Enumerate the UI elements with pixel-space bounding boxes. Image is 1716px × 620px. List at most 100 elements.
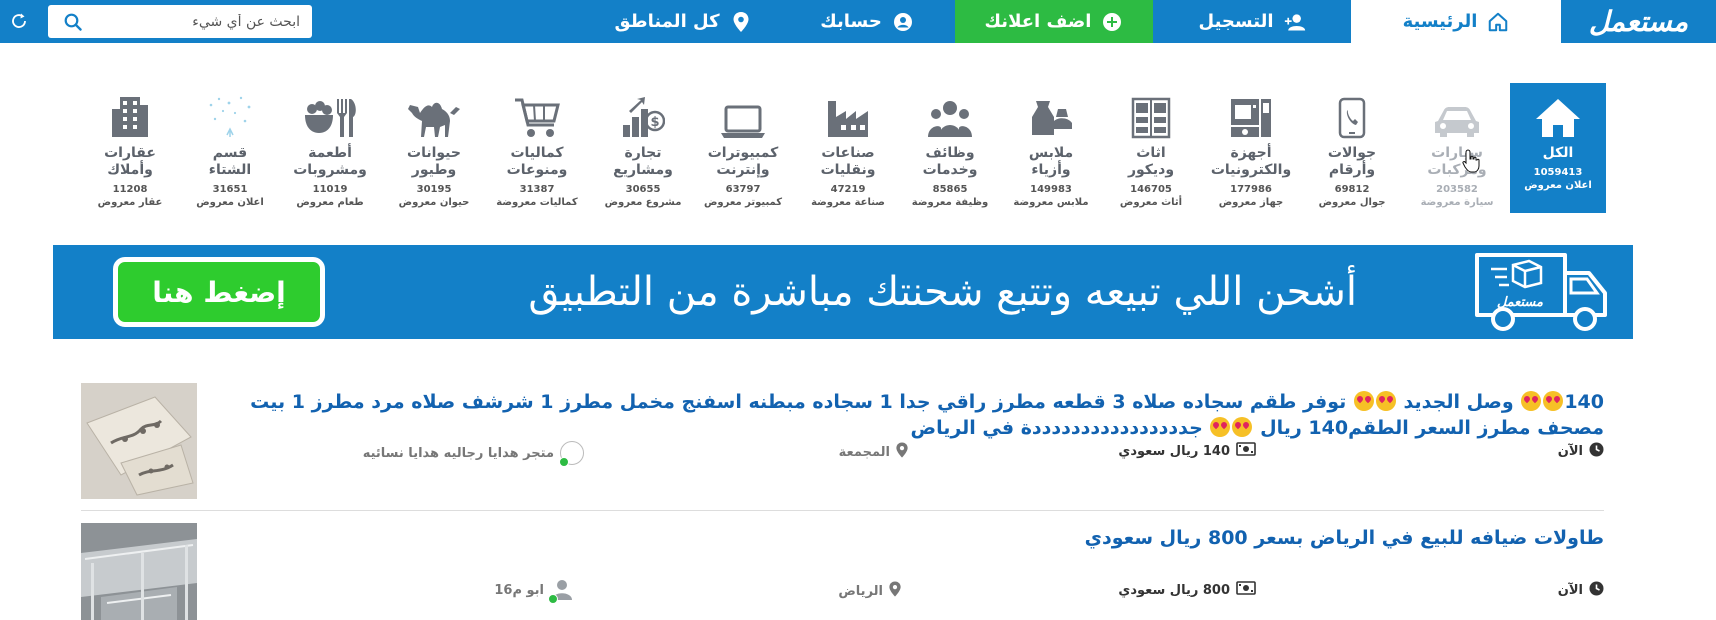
category-count: 1059413 — [1533, 167, 1583, 178]
heart-eyes-emoji-icon — [1543, 391, 1564, 411]
delivery-truck-icon — [1473, 249, 1613, 335]
banner-click-here-button[interactable]: إضغط هنا — [113, 257, 325, 327]
home-icon — [1487, 11, 1509, 33]
category-sub: اعلان معروض — [196, 197, 264, 208]
car-icon — [1429, 91, 1485, 139]
nav-register[interactable]: التسجيل — [1153, 0, 1351, 43]
listing-item[interactable]: طاولات ضيافه للبيع في الرياض بسعر 800 ري… — [81, 523, 1604, 620]
category-name: الكل — [1542, 145, 1574, 161]
listing-location[interactable]: الرياض — [838, 581, 901, 601]
listing-seller-text: ابو م16 — [494, 582, 544, 598]
top-navbar: مستعمل الرئيسية التسجيل اضف اعلانك حسابك… — [0, 0, 1716, 43]
category-name: اثاث وديكور — [1127, 145, 1175, 178]
category-furniture[interactable]: اثاث وديكور 146705 أثاث معروض — [1103, 83, 1199, 213]
category-food[interactable]: أطعمة ومشروبات 11019 طعام معروض — [282, 83, 378, 213]
category-sub: اعلان معروض — [1524, 180, 1592, 191]
logo-text: مستعمل — [1588, 5, 1689, 38]
money-icon — [1236, 442, 1256, 460]
category-cars[interactable]: سيارات ومركبات 203582 سيارة معروضة — [1409, 83, 1505, 213]
online-status-dot — [559, 457, 569, 467]
listing-time-text: الآن — [1557, 444, 1583, 459]
nav-account-label: حسابك — [820, 11, 882, 32]
category-name: أجهزة والكترونيات — [1210, 145, 1292, 178]
factory-icon — [820, 91, 876, 139]
category-name: ملابس وأزياء — [1028, 145, 1074, 178]
refresh-icon[interactable] — [8, 10, 30, 32]
listing-location-text: الرياض — [838, 583, 883, 599]
category-count: 30195 — [416, 184, 452, 195]
category-count: 63797 — [725, 184, 761, 195]
category-name: وظائف وخدمات — [922, 145, 978, 178]
listing-location[interactable]: المجمعة — [839, 442, 908, 462]
category-all[interactable]: الكل 1059413 اعلان معروض — [1510, 83, 1606, 213]
category-animals[interactable]: حيوانات وطيور 30195 حيوان معروض — [386, 83, 482, 213]
category-count: 31387 — [519, 184, 555, 195]
listing-divider — [81, 510, 1604, 511]
hand-cursor-icon — [1462, 149, 1480, 177]
category-name: جوالات وأرقام — [1327, 145, 1377, 178]
nav-areas[interactable]: كل المناطق — [587, 0, 779, 43]
business-icon: $ — [615, 91, 671, 139]
location-pin-icon — [896, 442, 908, 462]
category-sub: عقار معروض — [97, 197, 163, 208]
user-icon — [548, 579, 574, 604]
appliance-icon — [1223, 91, 1279, 139]
category-sub: حيوان معروض — [398, 197, 470, 208]
heart-eyes-emoji-icon — [1232, 417, 1253, 437]
listing-time: الآن — [1558, 442, 1604, 461]
category-count: 31651 — [212, 184, 248, 195]
category-count: 11208 — [112, 184, 148, 195]
search-input[interactable] — [86, 13, 300, 30]
shipping-banner[interactable]: مستعمل أشحن اللي تبيعه وتتبع شحنتك مباشر… — [53, 245, 1633, 339]
listing-seller[interactable]: متجر هدايا رجاليه هدايا نسائيه — [362, 441, 584, 467]
category-phones[interactable]: جوالات وأرقام 69812 جوال معروض — [1304, 83, 1400, 213]
listing-title[interactable]: 140 وصل الجديد توفر طقم سجاده صلاه 3 قطع… — [224, 389, 1604, 441]
heart-eyes-emoji-icon — [1375, 391, 1396, 411]
listing-price-text: 800 ريال سعودي — [1118, 582, 1230, 598]
search-icon[interactable] — [60, 9, 86, 35]
category-count: 203582 — [1436, 184, 1478, 195]
category-count: 47219 — [830, 184, 866, 195]
nav-home[interactable]: الرئيسية — [1351, 0, 1561, 43]
nav-account[interactable]: حسابك — [779, 0, 955, 43]
listing-thumbnail[interactable] — [81, 523, 197, 620]
clothes-icon — [1023, 91, 1079, 139]
category-jobs[interactable]: وظائف وخدمات 85865 وظيفة معروضة — [902, 83, 998, 213]
category-electronics[interactable]: أجهزة والكترونيات 177986 جهاز معروض — [1203, 83, 1299, 213]
category-sub: جهاز معروض — [1218, 197, 1284, 208]
listing-seller-text: متجر هدايا رجاليه هدايا نسائيه — [362, 445, 554, 461]
seller-avatar — [559, 441, 584, 467]
category-sub: أثاث معروض — [1119, 197, 1183, 208]
nav-add-ad-button[interactable]: اضف اعلانك — [955, 0, 1153, 43]
money-icon — [1236, 581, 1256, 599]
category-winter[interactable]: قسم الشتاء 31651 اعلان معروض — [182, 83, 278, 213]
listing-item[interactable]: 140 وصل الجديد توفر طقم سجاده صلاه 3 قطع… — [81, 383, 1604, 499]
category-accessories[interactable]: كماليات ومنوعات 31387 كماليات معروضة — [489, 83, 585, 213]
listing-time-text: الآن — [1557, 583, 1583, 598]
svg-text:$: $ — [650, 115, 659, 130]
category-name: صناعات ونقليات — [820, 145, 876, 178]
user-circle-icon — [892, 11, 914, 33]
category-computers[interactable]: كمبيوترات وإنترنت 63797 كمبيوتر معروض — [695, 83, 791, 213]
category-clothes[interactable]: ملابس وأزياء 149983 ملابس معروضة — [1003, 83, 1099, 213]
listing-title[interactable]: طاولات ضيافه للبيع في الرياض بسعر 800 ري… — [224, 525, 1604, 551]
category-business[interactable]: $ تجارة ومشاريع 30655 مشروع معروض — [595, 83, 691, 213]
category-strip: الكل 1059413 اعلان معروض سيارات ومركبات … — [0, 83, 1716, 213]
listing-seller[interactable]: ابو م16 — [494, 579, 574, 604]
category-name: أطعمة ومشروبات — [293, 145, 367, 178]
category-name: تجارة ومشاريع — [613, 145, 673, 178]
furniture-icon — [1123, 91, 1179, 139]
phone-icon — [1324, 91, 1380, 139]
category-sub: جوال معروض — [1318, 197, 1386, 208]
category-realestate[interactable]: عقارات وأملاك 11208 عقار معروض — [82, 83, 178, 213]
category-sub: مشروع معروض — [604, 197, 682, 208]
clock-icon — [1589, 442, 1604, 461]
food-icon — [302, 91, 358, 139]
category-industry[interactable]: صناعات ونقليات 47219 صناعة معروضة — [800, 83, 896, 213]
listing-title-part: جددددددددددددددددة في الرياض — [910, 417, 1210, 439]
site-logo[interactable]: مستعمل — [1561, 0, 1716, 43]
listing-thumbnail[interactable] — [81, 383, 197, 499]
category-count: 30655 — [625, 184, 661, 195]
search-box — [48, 5, 312, 38]
category-name: حيوانات وطيور — [407, 145, 461, 178]
